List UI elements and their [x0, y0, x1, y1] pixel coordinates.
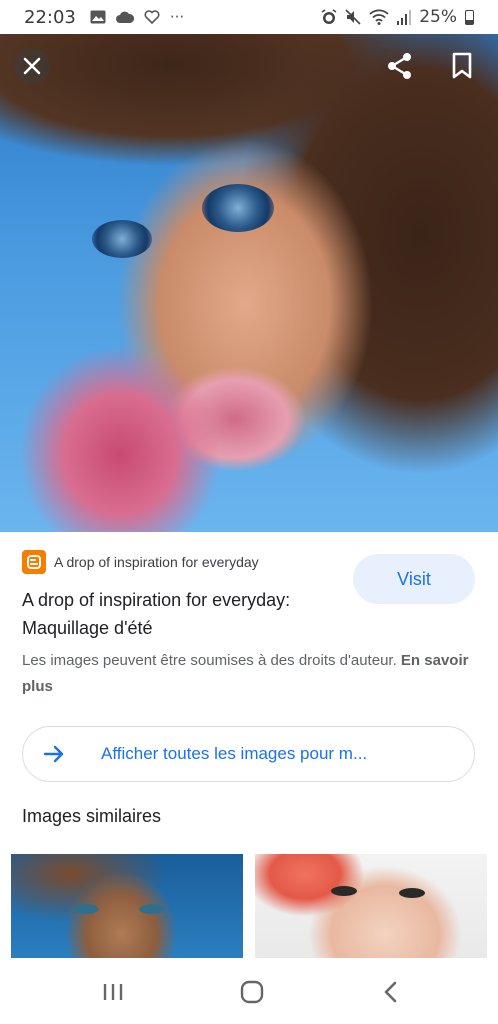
- arrow-right-icon: [23, 745, 85, 763]
- home-icon: [240, 980, 264, 1004]
- view-all-label: Afficher toutes les images pour m...: [101, 744, 368, 763]
- close-icon: [23, 57, 41, 75]
- battery-percent: 25%: [419, 7, 457, 27]
- view-all-images-button[interactable]: Afficher toutes les images pour m...: [22, 726, 475, 782]
- result-title[interactable]: A drop of inspiration for everyday: Maqu…: [22, 586, 342, 642]
- alarm-icon: [321, 9, 337, 24]
- more-icon: ···: [169, 8, 185, 26]
- bookmark-icon: [452, 52, 472, 79]
- back-icon: [384, 981, 397, 1003]
- wifi-icon: [369, 9, 389, 25]
- bookmark-button[interactable]: [450, 52, 474, 80]
- back-button[interactable]: [376, 978, 406, 1006]
- left-eye: [92, 220, 152, 258]
- recents-button[interactable]: [98, 978, 128, 1006]
- home-button[interactable]: [237, 978, 267, 1006]
- mute-icon: [345, 9, 361, 25]
- system-nav-bar: [0, 958, 498, 1024]
- cloud-icon: [115, 11, 134, 23]
- thumb-eye: [139, 904, 165, 914]
- result-title-line1: A drop of inspiration for everyday:: [22, 590, 291, 610]
- heart-icon: [144, 10, 160, 24]
- gallery-icon: [90, 10, 106, 24]
- source-name: A drop of inspiration for everyday: [54, 554, 259, 570]
- thumb-eye: [331, 886, 357, 896]
- status-bar: 22:03 ··· 25%: [0, 0, 498, 34]
- result-title-line2: Maquillage d'été: [22, 618, 153, 638]
- hero-image[interactable]: [0, 34, 498, 532]
- status-left-icons: ···: [90, 8, 184, 26]
- visit-button[interactable]: Visit: [353, 554, 475, 604]
- right-eye: [202, 184, 274, 232]
- battery-icon: [465, 9, 474, 25]
- source-row[interactable]: A drop of inspiration for everyday: [22, 550, 259, 574]
- copyright-notice: Les images peuvent être soumises à des d…: [22, 648, 472, 700]
- copyright-text: Les images peuvent être soumises à des d…: [22, 652, 401, 669]
- thumb-eye: [399, 888, 425, 898]
- signal-icon: [397, 9, 412, 25]
- similar-image-thumb[interactable]: [255, 854, 487, 958]
- status-time: 22:03: [24, 6, 76, 28]
- similar-images-heading: Images similaires: [22, 806, 162, 826]
- status-right-icons: 25%: [321, 7, 474, 27]
- recents-icon: [103, 984, 123, 1000]
- close-button[interactable]: [14, 48, 50, 84]
- share-button[interactable]: [386, 52, 414, 80]
- share-icon: [388, 53, 411, 79]
- similar-image-thumb[interactable]: [11, 854, 243, 958]
- blogger-icon: [22, 550, 46, 574]
- thumb-eye: [73, 904, 99, 914]
